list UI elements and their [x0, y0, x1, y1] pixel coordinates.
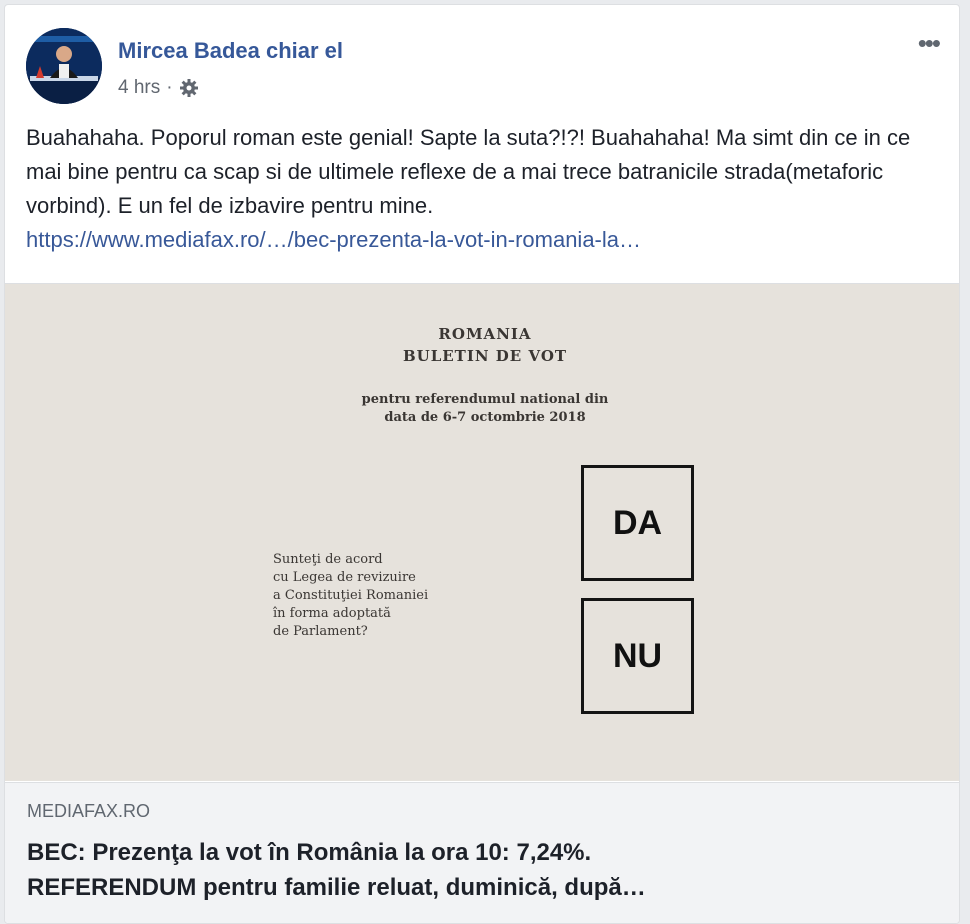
post-text: Buahahaha. Poporul roman este genial! Sa… [26, 125, 911, 218]
post-body: Buahahaha. Poporul roman este genial! Sa… [26, 121, 946, 257]
link-attachment[interactable]: ROMANIA BULETIN DE VOT pentru referendum… [5, 283, 959, 923]
post-author-name[interactable]: Mircea Badea chiar el [118, 38, 343, 64]
ballot-question: Sunteţi de acord cu Legea de revizuire a… [273, 551, 428, 641]
link-domain: MEDIAFAX.RO [27, 801, 151, 821]
post-meta: 4 hrs · [118, 77, 199, 99]
gear-icon[interactable] [179, 78, 199, 98]
link-title-line1: BEC: Prezenţa la vot în România la ora 1… [27, 839, 592, 866]
link-preview[interactable]: MEDIAFAX.RO BEC: Prezenţa la vot în Româ… [5, 782, 959, 923]
meta-separator: · [166, 77, 173, 98]
ballot-title-line1: ROMANIA [438, 325, 532, 343]
ballot-question-line: a Constituţiei Romaniei [273, 588, 429, 603]
ballot-image[interactable]: ROMANIA BULETIN DE VOT pentru referendum… [5, 284, 959, 781]
link-title[interactable]: BEC: Prezenţa la vot în România la ora 1… [27, 835, 927, 905]
ballot-subtitle-line1: pentru referendumul national din [361, 392, 609, 407]
post-header: Mircea Badea chiar el 4 hrs · ••• [5, 5, 959, 115]
link-title-line2: REFERENDUM pentru familie reluat, dumini… [27, 874, 646, 901]
post-link[interactable]: https://www.mediafax.ro/…/bec-prezenta-l… [26, 227, 641, 252]
avatar[interactable] [26, 28, 102, 104]
ballot-title-line2: BULETIN DE VOT [402, 347, 568, 365]
ballot-subtitle-line2: data de 6-7 octombrie 2018 [384, 410, 586, 425]
ballot-question-line: Sunteţi de acord [273, 552, 383, 567]
ballot-option-no: NU [581, 598, 694, 714]
ballot-question-line: de Parlament? [273, 624, 368, 639]
more-options-icon[interactable]: ••• [918, 30, 941, 56]
post-timestamp[interactable]: 4 hrs [118, 77, 160, 99]
ballot-question-line: cu Legea de revizuire [273, 570, 416, 585]
ballot-question-line: în forma adoptată [273, 606, 391, 621]
avatar-image-icon [26, 28, 102, 104]
post-card: Mircea Badea chiar el 4 hrs · ••• Buahah… [4, 4, 960, 924]
ballot-option-yes: DA [581, 465, 694, 581]
